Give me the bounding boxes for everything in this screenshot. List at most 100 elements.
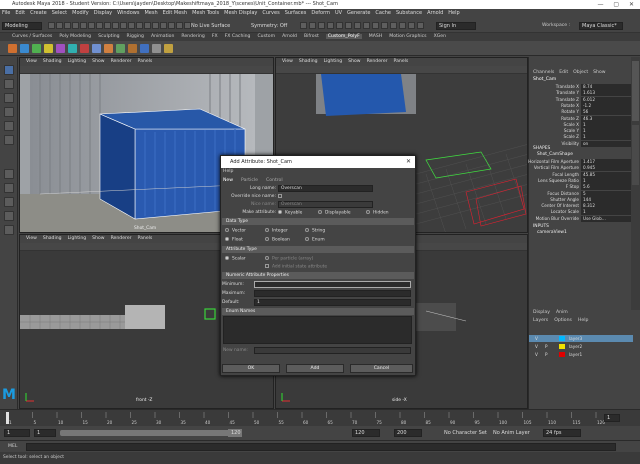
fps-dropdown[interactable]: 24 fps bbox=[543, 429, 581, 437]
channel-value[interactable]: 45.85 bbox=[581, 171, 631, 178]
long-name-field[interactable]: Overscan bbox=[278, 185, 373, 192]
dialog-close-icon[interactable]: ✕ bbox=[406, 156, 411, 168]
render-tool-icon[interactable] bbox=[336, 22, 343, 29]
channel-row-motion-blur-override[interactable]: Motion Blur Override Use Glob... bbox=[529, 215, 633, 222]
attribute-editor-side-tab[interactable] bbox=[632, 125, 639, 185]
render-tool-icon[interactable] bbox=[408, 22, 415, 29]
nice-name-field[interactable]: Overscan bbox=[278, 201, 373, 208]
shelf-tool-icon[interactable] bbox=[56, 44, 65, 53]
channel-row-rotate-z[interactable]: Rotate Z 46.3 bbox=[529, 115, 633, 122]
vp2-menu-show[interactable]: Show bbox=[348, 59, 360, 64]
tab-particle[interactable]: Particle bbox=[241, 178, 258, 183]
enum-radio[interactable]: Enum bbox=[305, 237, 325, 243]
vp3-menu-shading[interactable]: Shading bbox=[43, 236, 62, 241]
layer-name[interactable]: layer3 bbox=[569, 335, 582, 342]
shelf-tab-bifrost[interactable]: Bifrost bbox=[304, 34, 319, 39]
shelf-tab-animation[interactable]: Animation bbox=[151, 34, 174, 39]
channel-value[interactable]: 144 bbox=[581, 196, 631, 203]
vp3-menu-view[interactable]: View bbox=[26, 236, 37, 241]
vp2-menu-shading[interactable]: Shading bbox=[299, 59, 318, 64]
channel-row-f-stop[interactable]: F Stop 5.6 bbox=[529, 184, 633, 191]
status-tool-icon[interactable] bbox=[96, 22, 103, 29]
status-tool-icon[interactable] bbox=[128, 22, 135, 29]
single-view-icon[interactable] bbox=[4, 169, 14, 179]
boolean-radio[interactable]: Boolean bbox=[265, 237, 290, 243]
shelf-tab-xgen[interactable]: XGen bbox=[434, 34, 446, 39]
shelf-tab-custom[interactable]: Custom bbox=[257, 34, 275, 39]
enum-names-list[interactable] bbox=[223, 316, 412, 344]
channel-row-focus-distance[interactable]: Focus Distance 5 bbox=[529, 190, 633, 197]
character-set-dropdown[interactable]: No Character Set bbox=[441, 429, 489, 437]
vp-menu-lighting[interactable]: Lighting bbox=[68, 59, 87, 64]
status-tool-icon[interactable] bbox=[168, 22, 175, 29]
channel-row-rotate-x[interactable]: Rotate X -1.2 bbox=[529, 102, 633, 109]
sign-in-button[interactable]: Sign In bbox=[436, 22, 476, 30]
status-tool-icon[interactable] bbox=[104, 22, 111, 29]
channel-row-rotate-y[interactable]: Rotate Y 56 bbox=[529, 109, 633, 116]
current-time-marker[interactable] bbox=[6, 412, 9, 424]
vp-menu-renderer[interactable]: Renderer bbox=[111, 59, 132, 64]
layer-name[interactable]: layer2 bbox=[569, 343, 582, 350]
render-tool-icon[interactable] bbox=[327, 22, 334, 29]
tab-display[interactable]: Display bbox=[533, 310, 550, 315]
override-nice-name-checkbox[interactable] bbox=[278, 194, 282, 198]
menu-surfaces[interactable]: Surfaces bbox=[285, 10, 307, 16]
channel-row-scale-x[interactable]: Scale X1 bbox=[529, 121, 633, 128]
render-tool-icon[interactable] bbox=[318, 22, 325, 29]
layer-playback[interactable]: P bbox=[545, 343, 548, 350]
menu-help[interactable]: Help bbox=[448, 10, 459, 16]
lasso-tool-icon[interactable] bbox=[4, 79, 14, 89]
dialog-menu-help[interactable]: Help bbox=[223, 169, 233, 174]
workspace-dropdown[interactable]: Maya Classic* bbox=[579, 22, 623, 30]
vp2-menu-panels[interactable]: Panels bbox=[394, 59, 409, 64]
enum-names-header[interactable]: Enum Names bbox=[222, 308, 414, 315]
shelf-tab-arnold[interactable]: Arnold bbox=[282, 34, 297, 39]
channel-value[interactable]: 56 bbox=[581, 109, 631, 116]
shelf-tab-sculpting[interactable]: Sculpting bbox=[98, 34, 119, 39]
render-tool-icon[interactable] bbox=[345, 22, 352, 29]
shelf-tool-icon[interactable] bbox=[8, 44, 17, 53]
menu-select[interactable]: Select bbox=[52, 10, 67, 16]
shelf-tab-fx[interactable]: FX bbox=[212, 34, 218, 39]
cancel-button[interactable]: Cancel bbox=[350, 364, 413, 373]
vp2-menu-view[interactable]: View bbox=[282, 59, 293, 64]
vp3-menu-panels[interactable]: Panels bbox=[138, 236, 153, 241]
status-tool-icon[interactable] bbox=[48, 22, 55, 29]
menu-edit-mesh[interactable]: Edit Mesh bbox=[163, 10, 187, 16]
vp2-menu-renderer[interactable]: Renderer bbox=[367, 59, 388, 64]
channel-value[interactable]: 1 bbox=[581, 209, 631, 216]
layer-row[interactable]: V Player1 bbox=[529, 351, 633, 358]
range-bar[interactable] bbox=[60, 430, 240, 436]
render-tool-icon[interactable] bbox=[372, 22, 379, 29]
tab-show[interactable]: Show bbox=[593, 70, 605, 75]
no-live-surface[interactable]: No Live Surface bbox=[188, 22, 232, 30]
shelf-tab-curves-surfaces[interactable]: Curves / Surfaces bbox=[12, 34, 52, 39]
menu-create[interactable]: Create bbox=[30, 10, 47, 16]
menu-modify[interactable]: Modify bbox=[72, 10, 89, 16]
shelf-tab-mash[interactable]: MASH bbox=[369, 34, 382, 39]
channel-value[interactable]: 0.945 bbox=[581, 165, 631, 172]
shelf-tool-icon[interactable] bbox=[116, 44, 125, 53]
channel-row-translate-x[interactable]: Translate X 8.74 bbox=[529, 84, 633, 90]
menu-arnold[interactable]: Arnold bbox=[427, 10, 443, 16]
layer-row[interactable]: V Player2 bbox=[529, 343, 633, 350]
scale-tool-icon[interactable] bbox=[4, 135, 14, 145]
render-tool-icon[interactable] bbox=[399, 22, 406, 29]
status-tool-icon[interactable] bbox=[112, 22, 119, 29]
layer-playback[interactable]: P bbox=[545, 351, 548, 358]
start-time-field[interactable]: 1 bbox=[4, 429, 30, 437]
channel-value[interactable]: 1 bbox=[581, 134, 631, 141]
menu-set-dropdown[interactable]: Modeling bbox=[2, 22, 42, 30]
menu-windows[interactable]: Windows bbox=[117, 10, 139, 16]
window-controls[interactable]: — ▢ ✕ bbox=[597, 0, 638, 9]
menu-mesh[interactable]: Mesh bbox=[144, 10, 157, 16]
per-particle-radio[interactable]: Per particle (array) bbox=[265, 256, 313, 262]
status-tool-icon[interactable] bbox=[72, 22, 79, 29]
render-tool-icon[interactable] bbox=[381, 22, 388, 29]
status-tool-icon[interactable] bbox=[152, 22, 159, 29]
shelf-tool-icon[interactable] bbox=[20, 44, 29, 53]
menu-cache[interactable]: Cache bbox=[375, 10, 391, 16]
channel-value[interactable]: 1.417 bbox=[581, 159, 631, 165]
menu-substance[interactable]: Substance bbox=[396, 10, 422, 16]
keyable-radio[interactable]: Keyable bbox=[278, 210, 302, 216]
